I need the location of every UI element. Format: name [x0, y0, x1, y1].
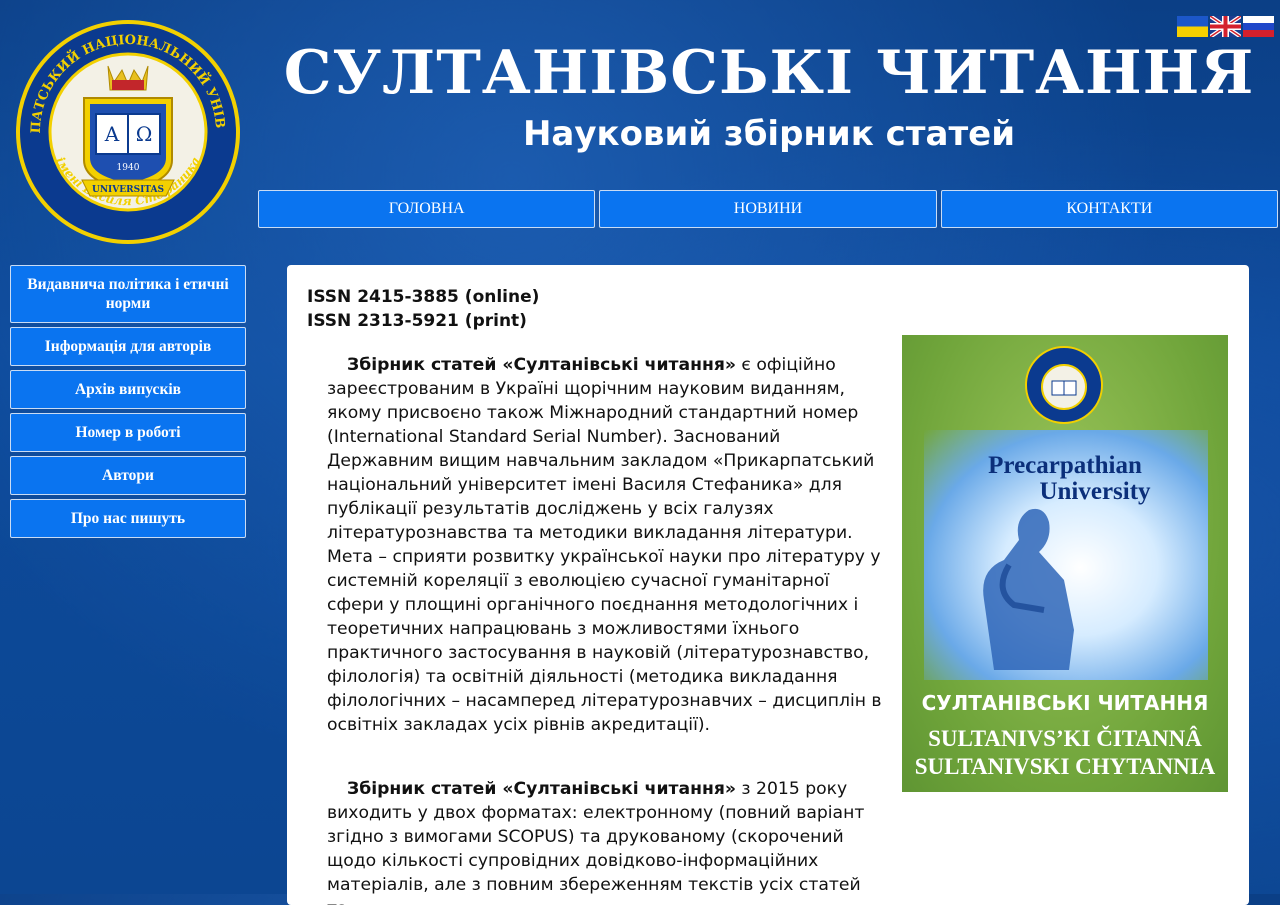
cover-title-lat2: SULTANIVSKI CHYTANNIA: [914, 754, 1216, 779]
university-seal-icon: ПРИКАРПАТСЬКИЙ НАЦІОНАЛЬНИЙ УНІВЕРСИТЕТ …: [10, 9, 240, 244]
sidebar-item-author-info[interactable]: Інформація для авторів: [10, 327, 246, 366]
main-content: ISSN 2415-3885 (online) ISSN 2313-5921 (…: [287, 265, 1249, 905]
intro-text: є офіційно зареєстрованим в Україні щорі…: [327, 355, 882, 735]
flag-ukraine-icon[interactable]: [1177, 16, 1208, 37]
top-navigation: ГОЛОВНА НОВИНИ КОНТАКТИ: [258, 190, 1278, 228]
svg-text:Α: Α: [104, 122, 120, 146]
cover-title-lat: SULTANIVS’KI ČITANNÂ SULTANIVSKI CHYTANN…: [902, 725, 1228, 781]
sidebar-item-current-issue[interactable]: Номер в роботі: [10, 413, 246, 452]
journal-cover-image: Precarpathian University СУЛТАНІВСЬКІ ЧИ…: [902, 335, 1228, 792]
intro-bold: Збірник статей «Султанівські читання»: [347, 355, 736, 375]
nav-contacts-button[interactable]: КОНТАКТИ: [940, 190, 1278, 228]
svg-text:UNIVERSITAS: UNIVERSITAS: [92, 185, 164, 195]
cover-title-lat1: SULTANIVS’KI ČITANNÂ: [928, 726, 1202, 751]
sidebar-item-publishing-policy[interactable]: Видавнича політика і етичні норми: [10, 265, 246, 323]
cover-seal-icon: [1025, 346, 1103, 424]
issn-online: ISSN 2415-3885 (online): [307, 287, 540, 307]
nav-home-button[interactable]: ГОЛОВНА: [258, 190, 596, 228]
svg-text:Ω: Ω: [136, 122, 153, 146]
formats-paragraph: Збірник статей «Султанівські читання» з …: [327, 777, 882, 905]
cover-university-line1: Precarpathian: [988, 452, 1142, 479]
flag-russia-icon[interactable]: [1243, 16, 1274, 37]
sidebar-item-authors[interactable]: Автори: [10, 456, 246, 495]
intro-paragraph: Збірник статей «Султанівські читання» є …: [327, 353, 882, 737]
flag-uk-icon[interactable]: [1210, 16, 1241, 37]
sidebar-item-archive[interactable]: Архів випусків: [10, 370, 246, 409]
formats-bold: Збірник статей «Султанівські читання»: [347, 779, 736, 799]
site-title: СУЛТАНІВСЬКІ ЧИТАННЯ: [283, 38, 1255, 108]
cover-title-ua: СУЛТАНІВСЬКІ ЧИТАННЯ: [921, 691, 1209, 715]
cover-university: Precarpathian University: [902, 453, 1228, 505]
cover-university-line2: University: [1039, 478, 1151, 505]
sidebar-menu: Видавнича політика і етичні норми Інформ…: [10, 265, 246, 542]
sidebar-item-press[interactable]: Про нас пишуть: [10, 499, 246, 538]
university-logo[interactable]: ПРИКАРПАТСЬКИЙ НАЦІОНАЛЬНИЙ УНІВЕРСИТЕТ …: [10, 9, 240, 244]
site-subtitle: Науковий збірник статей: [522, 114, 1016, 154]
issn-print: ISSN 2313-5921 (print): [307, 311, 527, 331]
nav-news-button[interactable]: НОВИНИ: [599, 190, 937, 228]
language-switcher: [1177, 16, 1274, 37]
svg-text:1940: 1940: [117, 163, 140, 173]
